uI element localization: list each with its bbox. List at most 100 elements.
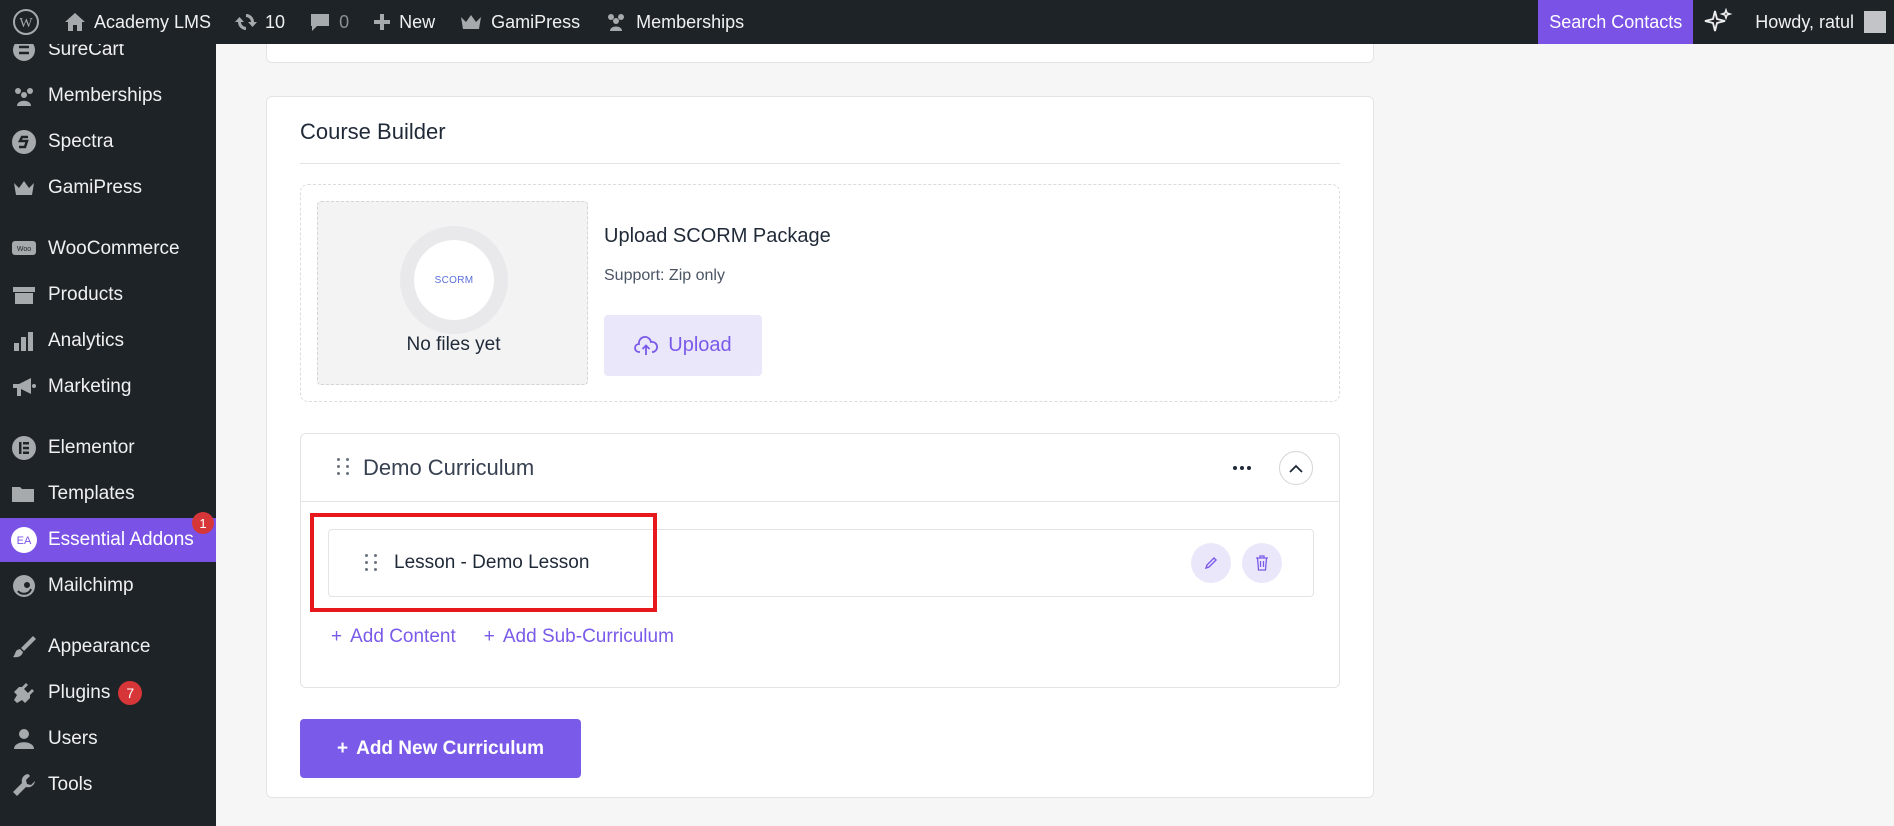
comment-icon: [311, 14, 330, 31]
svg-text:W: W: [19, 16, 33, 31]
home-icon: [65, 13, 85, 31]
sidebar-item-tools[interactable]: Tools: [0, 763, 216, 807]
admin-bar: W Academy LMS 10 0 New GamiPress Members…: [0, 0, 1894, 44]
drag-handle-icon[interactable]: [337, 458, 350, 475]
memberships-icon: [608, 14, 625, 31]
admin-sidebar: SureCart Memberships Spectra GamiPress W…: [0, 44, 216, 826]
sidebar-item-elementor[interactable]: Elementor: [0, 426, 216, 470]
plus-icon: [374, 14, 391, 30]
scorm-support-text: Support: Zip only: [604, 267, 725, 284]
curriculum-title: Demo Curriculum: [363, 455, 535, 480]
site-name: Academy LMS: [94, 11, 212, 32]
new-content-link[interactable]: New: [361, 0, 447, 44]
search-contacts-button[interactable]: Search Contacts: [1538, 0, 1694, 44]
pencil-icon: [1204, 557, 1217, 570]
sidebar-item-woocommerce[interactable]: Woo WooCommerce: [0, 227, 216, 271]
spectra-icon: [0, 129, 48, 155]
sidebar-item-label: SureCart: [48, 44, 125, 60]
sidebar-item-memberships[interactable]: Memberships: [0, 74, 216, 118]
sidebar-item-label: Plugins: [48, 682, 111, 703]
add-content-label: Add Content: [350, 626, 456, 647]
sparkle-icon: [1705, 7, 1733, 32]
refresh-icon: [235, 14, 258, 30]
sidebar-item-marketing[interactable]: Marketing: [0, 365, 216, 409]
sidebar-item-label: Products: [48, 284, 123, 305]
scorm-logo: SCORM: [400, 226, 508, 334]
add-new-curriculum-label: Add New Curriculum: [356, 737, 544, 759]
site-name-link[interactable]: Academy LMS: [52, 0, 223, 44]
chevron-up-icon: [1289, 464, 1303, 473]
bar-chart-icon: [0, 331, 48, 351]
updates-count: 10: [265, 11, 286, 32]
upload-button[interactable]: Upload: [604, 315, 762, 376]
account-menu[interactable]: Howdy, ratul: [1743, 11, 1894, 33]
plus-icon: +: [483, 626, 495, 647]
elementor-icon: [0, 435, 48, 461]
add-sub-curriculum-label: Add Sub-Curriculum: [502, 626, 674, 647]
sidebar-item-analytics[interactable]: Analytics: [0, 319, 216, 363]
notification-badge: 7: [118, 681, 143, 705]
highlight-box: [310, 513, 657, 612]
mailchimp-icon: [0, 573, 48, 599]
sidebar-item-products[interactable]: Products: [0, 273, 216, 317]
plus-icon: +: [331, 626, 343, 647]
sidebar-item-spectra[interactable]: Spectra: [0, 120, 216, 164]
megaphone-icon: [0, 376, 48, 398]
archive-icon: [0, 285, 48, 305]
woocommerce-icon: Woo: [0, 239, 48, 259]
scorm-preview: SCORM No files yet: [317, 201, 588, 385]
crown-icon: [461, 15, 482, 29]
sidebar-item-plugins[interactable]: Plugins 7: [0, 671, 216, 715]
sidebar-item-label: Analytics: [48, 330, 125, 351]
sidebar-item-users[interactable]: Users: [0, 717, 216, 761]
essential-addons-icon: EA: [0, 526, 48, 554]
wordpress-icon: W: [13, 9, 39, 35]
add-content-link[interactable]: + Add Content: [331, 626, 456, 648]
scorm-title: Upload SCORM Package: [604, 225, 831, 247]
sidebar-item-label: GamiPress: [48, 177, 142, 198]
avatar: [1864, 11, 1886, 33]
divider: [300, 163, 1340, 164]
trash-icon: [1256, 555, 1268, 571]
delete-lesson-button[interactable]: [1242, 543, 1282, 583]
add-sub-curriculum-link[interactable]: + Add Sub-Curriculum: [484, 626, 674, 648]
add-new-curriculum-button[interactable]: + Add New Curriculum: [300, 719, 581, 778]
curriculum-section: Demo Curriculum Lesson - Demo Lesson + A…: [300, 433, 1340, 688]
sidebar-item-gamipress[interactable]: GamiPress: [0, 166, 216, 210]
sidebar-item-label: Marketing: [48, 376, 132, 397]
curriculum-header: Demo Curriculum: [301, 434, 1339, 502]
paintbrush-icon: [0, 635, 48, 659]
memberships-link[interactable]: Memberships: [592, 0, 756, 44]
howdy-label: Howdy, ratul: [1755, 11, 1854, 32]
new-label: New: [399, 11, 436, 32]
wordpress-logo-button[interactable]: W: [0, 0, 52, 44]
sidebar-item-label: WooCommerce: [48, 238, 180, 259]
sidebar-item-label: Spectra: [48, 131, 114, 152]
updates-link[interactable]: 10: [223, 0, 297, 44]
sidebar-item-label: Users: [48, 728, 98, 749]
svg-text:Woo: Woo: [17, 246, 31, 253]
sidebar-item-appearance[interactable]: Appearance: [0, 625, 216, 669]
edit-lesson-button[interactable]: [1191, 543, 1231, 583]
sidebar-item-label: Memberships: [48, 85, 163, 106]
sidebar-item-label: Essential Addons: [48, 529, 194, 550]
card-title: Course Builder: [300, 119, 446, 144]
sidebar-item-essential-addons[interactable]: EA Essential Addons 1: [0, 512, 216, 562]
sidebar-item-surecart[interactable]: SureCart: [0, 44, 216, 72]
main-content: Course Builder SCORM No files yet Upload…: [216, 34, 1894, 826]
surecart-icon: [0, 44, 48, 62]
more-options-button[interactable]: [1229, 455, 1255, 481]
sidebar-item-label: Mailchimp: [48, 575, 134, 596]
gamipress-link[interactable]: GamiPress: [447, 0, 592, 44]
user-icon: [0, 728, 48, 750]
crown-icon: [0, 179, 48, 197]
comments-count: 0: [339, 11, 350, 32]
gamipress-label: GamiPress: [491, 11, 581, 32]
ai-sparkle-button[interactable]: [1693, 0, 1743, 44]
sidebar-item-mailchimp[interactable]: Mailchimp: [0, 564, 216, 608]
svg-text:EA: EA: [17, 535, 32, 547]
sidebar-item-label: Appearance: [48, 636, 151, 657]
comments-link[interactable]: 0: [297, 0, 361, 44]
collapse-button[interactable]: [1279, 451, 1313, 485]
sidebar-item-templates[interactable]: Templates: [0, 472, 216, 516]
